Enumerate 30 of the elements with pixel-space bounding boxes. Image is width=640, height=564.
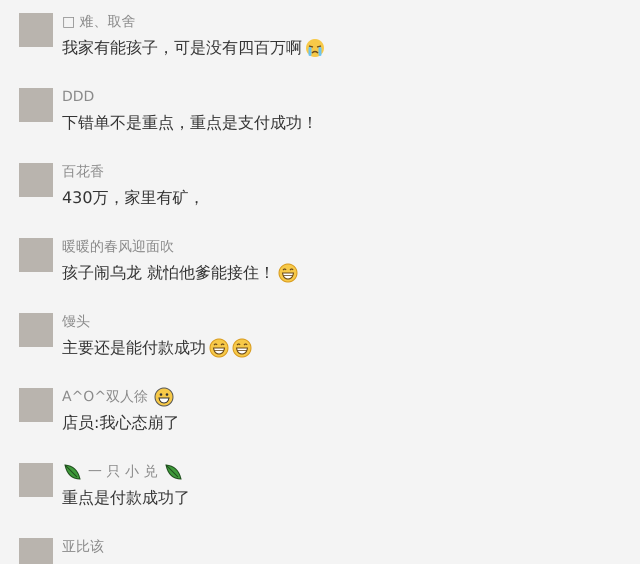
smiling-face-icon bbox=[154, 387, 174, 407]
leaf-icon bbox=[62, 462, 82, 482]
comment-text: 主要还是能付款成功 bbox=[62, 338, 206, 358]
user-name: 亚比该 bbox=[62, 538, 104, 556]
comment-text: 重点是付款成功了 bbox=[62, 488, 190, 508]
avatar-placeholder bbox=[19, 163, 53, 197]
comment-text: 我家有能孩子，可是没有四百万啊 bbox=[62, 38, 302, 58]
user-name: 馒头 bbox=[62, 313, 90, 331]
avatar-placeholder bbox=[19, 88, 53, 122]
grinning-face-icon bbox=[278, 263, 298, 283]
grinning-face-icon bbox=[232, 338, 252, 358]
avatar-placeholder bbox=[19, 238, 53, 272]
avatar-placeholder bbox=[19, 388, 53, 422]
user-name: 一 只 小 兑 bbox=[88, 463, 158, 481]
comment-text: 孩子闹乌龙 就怕他爹能接住！ bbox=[62, 262, 276, 284]
user-name: DDD bbox=[62, 89, 94, 105]
avatar-placeholder bbox=[19, 463, 53, 497]
user-name: 百花香 bbox=[62, 163, 104, 181]
grinning-face-icon bbox=[209, 338, 229, 358]
crying-face-icon bbox=[305, 38, 325, 58]
leaf-icon bbox=[163, 462, 184, 482]
avatar-placeholder bbox=[19, 313, 53, 347]
user-name: □ 难、取舍 bbox=[62, 13, 136, 31]
comment-text: 430万，家里有矿， bbox=[62, 188, 205, 208]
user-name: 暖暖的春风迎面吹 bbox=[62, 238, 174, 256]
avatar-placeholder bbox=[19, 538, 53, 564]
comment-text: 店员:我心态崩了 bbox=[62, 412, 180, 434]
user-name: A^O^双人徐 bbox=[62, 388, 148, 406]
avatar-placeholder bbox=[19, 13, 53, 47]
comment-text: 下错单不是重点，重点是支付成功！ bbox=[62, 112, 318, 134]
